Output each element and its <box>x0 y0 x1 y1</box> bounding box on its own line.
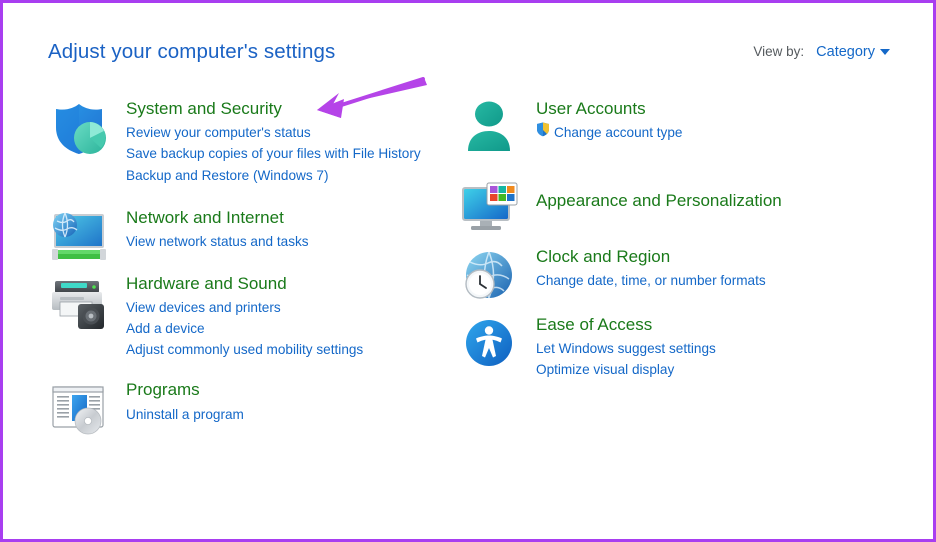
category-system-and-security[interactable]: System and Security Review your computer… <box>48 99 458 186</box>
category-link[interactable]: Change date, time, or number formats <box>536 270 888 291</box>
category-title[interactable]: User Accounts <box>536 99 646 119</box>
category-clock-and-region[interactable]: Clock and Region Change date, time, or n… <box>458 247 888 299</box>
category-link[interactable]: View network status and tasks <box>126 231 458 252</box>
category-appearance-and-personalization[interactable]: Appearance and Personalization <box>458 179 888 231</box>
category-body: System and Security Review your computer… <box>126 99 458 186</box>
category-title[interactable]: Hardware and Sound <box>126 274 287 294</box>
category-hardware-and-sound[interactable]: Hardware and Sound View devices and prin… <box>48 274 458 361</box>
monitor-palette-icon <box>458 179 520 237</box>
view-by-value: Category <box>816 44 875 60</box>
user-person-icon <box>458 99 520 157</box>
category-link[interactable]: Optimize visual display <box>536 359 888 380</box>
control-panel-window: Adjust your computer's settings View by:… <box>0 0 936 542</box>
category-title[interactable]: Appearance and Personalization <box>536 191 782 211</box>
category-title[interactable]: System and Security <box>126 99 282 119</box>
category-title[interactable]: Clock and Region <box>536 247 670 267</box>
view-by-dropdown[interactable]: Category <box>816 43 890 61</box>
shield-icon <box>48 99 110 157</box>
program-window-disc-icon <box>48 380 110 438</box>
accessibility-icon <box>458 315 520 373</box>
category-body: User Accounts Change account type <box>536 99 888 143</box>
category-link[interactable]: Review your computer's status <box>126 122 458 143</box>
category-title[interactable]: Programs <box>126 380 200 400</box>
category-link[interactable]: Let Windows suggest settings <box>536 338 888 359</box>
uac-shield-icon <box>536 122 550 143</box>
view-by-label: View by: <box>753 44 805 59</box>
category-title[interactable]: Ease of Access <box>536 315 652 335</box>
globe-clock-icon <box>458 247 520 305</box>
printer-speaker-icon <box>48 274 110 332</box>
category-link-change-account-type[interactable]: Change account type <box>536 122 888 143</box>
category-body: Network and Internet View network status… <box>126 208 458 252</box>
category-ease-of-access[interactable]: Ease of Access Let Windows suggest setti… <box>458 315 888 381</box>
page-title: Adjust your computer's settings <box>48 40 336 63</box>
category-link-label: Change account type <box>554 125 683 141</box>
category-body: Ease of Access Let Windows suggest setti… <box>536 315 888 381</box>
view-by-control[interactable]: View by: Category <box>753 43 890 61</box>
category-body: Programs Uninstall a program <box>126 380 458 424</box>
category-programs[interactable]: Programs Uninstall a program <box>48 380 458 435</box>
category-body: Appearance and Personalization <box>536 179 888 214</box>
network-globe-monitor-icon <box>48 208 110 266</box>
category-link[interactable]: Backup and Restore (Windows 7) <box>126 165 458 186</box>
category-link[interactable]: View devices and printers <box>126 297 458 318</box>
category-link[interactable]: Save backup copies of your files with Fi… <box>126 143 458 164</box>
category-link[interactable]: Add a device <box>126 318 458 339</box>
category-body: Hardware and Sound View devices and prin… <box>126 274 458 361</box>
category-body: Clock and Region Change date, time, or n… <box>536 247 888 291</box>
chevron-down-icon <box>880 48 890 55</box>
category-column-right: User Accounts Change account type Appear… <box>458 99 888 395</box>
category-user-accounts[interactable]: User Accounts Change account type <box>458 99 888 159</box>
category-link[interactable]: Adjust commonly used mobility settings <box>126 339 458 360</box>
category-column-left: System and Security Review your computer… <box>48 99 458 442</box>
category-link[interactable]: Uninstall a program <box>126 404 458 425</box>
category-network-and-internet[interactable]: Network and Internet View network status… <box>48 208 458 260</box>
category-title[interactable]: Network and Internet <box>126 208 284 228</box>
